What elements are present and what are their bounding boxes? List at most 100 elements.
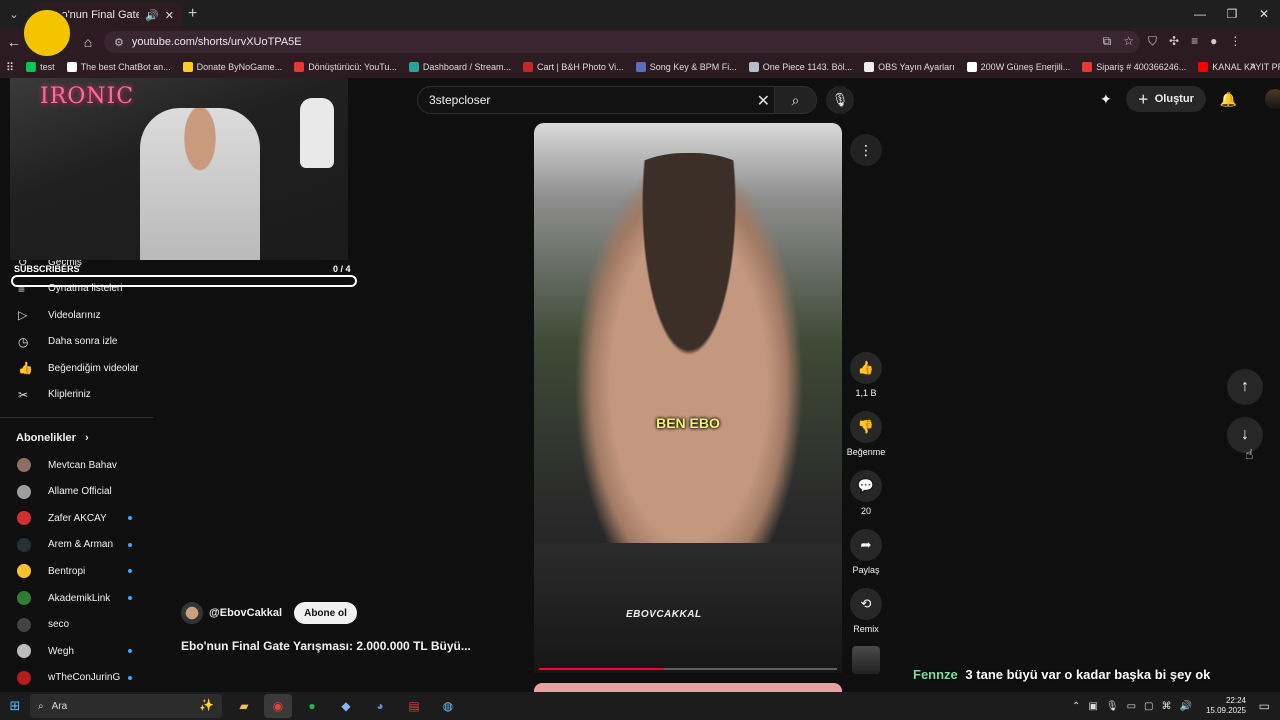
taskbar-search[interactable]: ⌕ Ara ✨ [30,694,222,718]
bookmark-item[interactable]: Dönüştürücü: YouTu... [294,62,397,72]
minimize-icon[interactable]: — [1184,0,1216,28]
tray-display-icon[interactable]: ▢ [1144,701,1153,712]
chrome-icon[interactable]: ◉ [264,694,292,718]
channel-avatar[interactable] [181,602,203,624]
account-avatar[interactable] [1265,89,1280,109]
new-tab-icon[interactable]: + [188,5,197,23]
chat-username: Fennze [913,667,958,682]
subscription-item[interactable]: Mevtcan Bahav [0,452,140,478]
puzzle-icon[interactable]: ✣ [1169,34,1179,49]
bookmark-item[interactable]: One Piece 1143. Böl... [748,62,852,72]
discord-icon[interactable]: ◕ [366,694,394,718]
windows-start-icon[interactable]: ⊞ [0,692,30,720]
cast-icon[interactable]: ⧉ [1103,34,1112,49]
sound-thumbnail[interactable] [852,646,880,674]
tray-network-icon[interactable]: ⌘ [1162,701,1172,712]
site-info-icon[interactable]: ⚙ [114,36,124,49]
share-icon[interactable]: ➦ [850,529,882,561]
search-box[interactable]: 3stepcloser ✕ ⌕ [417,86,817,114]
subscription-avatar [17,484,31,499]
speaker-icon[interactable]: 🔊 [145,9,159,22]
system-tray: ⌃ ▣ 🎙 ▭ ▢ ⌘ 🔊 22:24 15.09.2025 [1072,692,1246,720]
clear-search-icon[interactable]: ✕ [757,91,770,111]
restore-icon[interactable]: ❐ [1216,0,1248,28]
subscription-item[interactable]: seco [0,612,140,638]
home-icon[interactable]: ⌂ [76,28,100,56]
bookmark-item[interactable]: Donate ByNoGame... [182,62,282,72]
subscription-item[interactable]: wTheConJurinG [0,665,140,691]
comments-action[interactable]: 💬 20 [842,470,890,516]
subscription-item[interactable]: Arem & Arman [0,532,140,558]
bookmark-item[interactable]: test [26,62,55,72]
bookmarks-overflow-icon[interactable]: » [1250,60,1256,71]
browser-menu-icon[interactable]: ⋮ [1229,34,1241,49]
subscribe-button[interactable]: Abone ol [294,602,357,624]
profile-icon[interactable]: ● [1210,34,1217,49]
subscription-item[interactable]: Allame Official [0,479,140,505]
voicemeeter-icon[interactable]: ▤ [400,694,428,718]
thumbs-up-icon[interactable]: 👍 [850,352,882,384]
channel-mascot-logo [22,8,72,58]
remix-icon[interactable]: ⟲ [850,588,882,620]
voice-search-button[interactable]: 🎙 [826,86,854,114]
like-action[interactable]: 👍 1,1 B [842,352,890,398]
bookmark-item[interactable]: Sipariş # 400366246... [1082,62,1186,72]
dislike-action[interactable]: 👎 Beğenme [842,411,890,457]
watch-later-icon: ◷ [18,334,29,349]
video-progress-bar[interactable] [539,668,837,670]
tray-volume-icon[interactable]: 🔊 [1180,701,1192,712]
bookmark-item[interactable]: KANAL KAYIT PROG... [1198,62,1280,72]
taskbar-clock[interactable]: 22:24 15.09.2025 [1206,696,1246,716]
subscription-item[interactable]: Zafer AKCAY [0,505,140,531]
remix-action[interactable]: ⟲ Remix [842,588,890,634]
short-title[interactable]: Ebo'nun Final Gate Yarışması: 2.000.000 … [181,639,471,653]
search-highlight-icon: ✨ [199,698,214,712]
close-window-icon[interactable]: ✕ [1248,0,1280,28]
search-input[interactable]: 3stepcloser [429,93,490,107]
notifications-icon[interactable]: ▭ [1259,699,1270,713]
comment-icon[interactable]: 💬 [850,470,882,502]
dislike-label: Beğenme [846,447,886,457]
bookmark-item[interactable]: OBS Yayın Ayarları [864,62,955,72]
tray-chevron-icon[interactable]: ⌃ [1072,701,1080,712]
bookmark-star-icon[interactable]: ☆ [1123,34,1134,49]
app-icon[interactable]: ◆ [332,694,360,718]
subscription-item[interactable]: Bentropi [0,558,140,584]
bookmark-item[interactable]: Song Key & BPM Fi... [635,62,737,72]
subscriptions-heading[interactable]: Abonelikler › [16,432,89,444]
more-options-button[interactable]: ⋮ [850,134,882,166]
tab-close-icon[interactable]: ✕ [165,9,174,22]
bookmark-item[interactable]: 200W Güneş Enerjili... [966,62,1070,72]
notifications-bell-icon[interactable]: 🔔 [1220,91,1237,108]
subscription-item[interactable]: AkademikLink [0,585,140,611]
search-button[interactable]: ⌕ [774,87,816,113]
next-short-preview [534,683,842,692]
address-bar[interactable]: ⚙ youtube.com/shorts/urvXUoTPA5E ⧉ ☆ [104,31,1140,53]
sidebar-item[interactable]: ◷ Daha sonra izle [0,329,150,355]
shield-extension-icon[interactable]: ⛉ [1148,34,1157,49]
sidebar-item[interactable]: 👍 Beğendiğim videolar [0,355,150,381]
steam-icon[interactable]: ◍ [434,694,462,718]
tray-app-icon[interactable]: ▣ [1088,701,1097,712]
subscription-item[interactable]: Wegh [0,638,140,664]
bookmark-item[interactable]: Dashboard / Stream... [408,62,511,72]
sidebar-item[interactable]: ▷ Videolarınız [0,302,150,328]
subscribers-goal-label: SUBSCRIBERS [14,264,80,274]
share-action[interactable]: ➦ Paylaş [842,529,890,575]
thumbs-down-icon[interactable]: 👎 [850,411,882,443]
url-text: youtube.com/shorts/urvXUoTPA5E [131,36,302,48]
channel-name[interactable]: @EbovCakkal [209,607,282,619]
spotify-icon[interactable]: ● [298,694,326,718]
tray-mic-icon[interactable]: 🎙 [1106,701,1119,712]
bookmark-item[interactable]: Cart | B&H Photo Vi... [522,62,624,72]
tray-camera-icon[interactable]: ▭ [1127,701,1136,712]
sidebar-item[interactable]: ✂ Klipleriniz [0,382,150,408]
create-button[interactable]: ＋ Oluştur [1125,86,1206,112]
gemini-icon[interactable]: ✦ [1100,91,1112,108]
file-explorer-icon[interactable]: ▰ [230,694,258,718]
bookmark-item[interactable]: The best ChatBot an... [66,62,171,72]
previous-short-button[interactable]: ↑ [1227,369,1263,405]
media-icon[interactable]: ≡ [1191,34,1198,49]
apps-grid-icon[interactable]: ⠿ [6,61,14,74]
shorts-video-player[interactable]: BEN EBO EBOVCAKKAL [534,123,842,673]
